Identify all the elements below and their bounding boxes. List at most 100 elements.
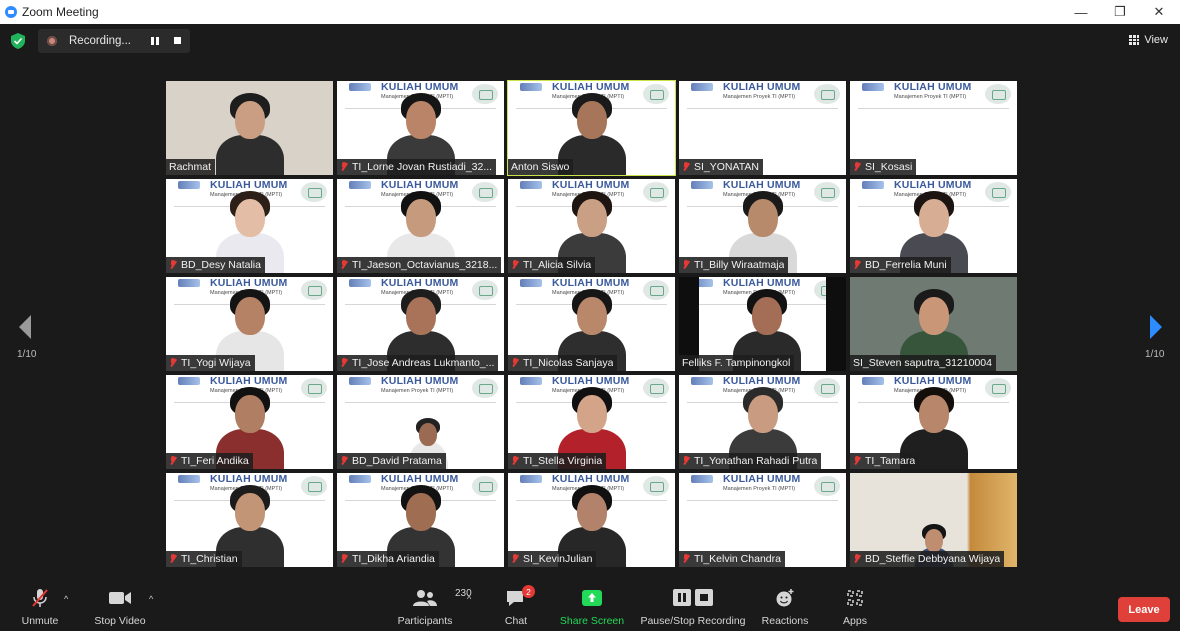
- participant-name-label: TI_Billy Wiraatmaja: [679, 257, 789, 273]
- participant-name: Rachmat: [169, 161, 212, 173]
- leave-button[interactable]: Leave: [1118, 597, 1170, 622]
- participant-tile[interactable]: KULIAH UMUMManajemen Proyek TI (MPTI)TI_…: [166, 473, 333, 567]
- participant-tile[interactable]: Rachmat: [166, 81, 333, 175]
- participant-tile[interactable]: KULIAH UMUMManajemen Proyek TI (MPTI)TI_…: [337, 473, 504, 567]
- participant-name: BD_Ferrelia Muni: [865, 259, 947, 271]
- participant-tile[interactable]: KULIAH UMUMManajemen Proyek TI (MPTI)TI_…: [337, 179, 504, 273]
- muted-mic-icon: [340, 162, 348, 172]
- participant-tile[interactable]: SI_Steven saputra_31210004: [850, 277, 1017, 371]
- participant-tile[interactable]: KULIAH UMUMManajemen Proyek TI (MPTI)TI_…: [508, 277, 675, 371]
- participant-tile[interactable]: KULIAH UMUMManajemen Proyek TI (MPTI)TI_…: [166, 277, 333, 371]
- participant-name-label: Anton Siswo: [508, 159, 574, 175]
- participant-name-label: TI_Stella Virginia: [508, 453, 607, 469]
- participant-tile[interactable]: KULIAH UMUMManajemen Proyek TI (MPTI) SI_…: [679, 81, 846, 175]
- participant-tile[interactable]: KULIAH UMUMManajemen Proyek TI (MPTI)BD_…: [166, 179, 333, 273]
- pause-stop-recording-icon: [673, 589, 713, 606]
- muted-mic-icon: [169, 260, 177, 270]
- window-titlebar: Zoom Meeting — ❐ ✕: [0, 0, 1180, 24]
- participant-name: TI_Nicolas Sanjaya: [523, 357, 614, 369]
- muted-mic-icon: [853, 260, 861, 270]
- chat-button[interactable]: 2 Chat: [500, 585, 535, 631]
- muted-mic-icon: [511, 456, 519, 466]
- pause-recording-icon[interactable]: [151, 37, 160, 45]
- slide-heading: KULIAH UMUM: [723, 473, 801, 485]
- participant-tile[interactable]: KULIAH UMUMManajemen Proyek TI (MPTI)TI_…: [508, 375, 675, 469]
- close-button[interactable]: ✕: [1139, 0, 1179, 24]
- participant-name-label: BD_Desy Natalia: [166, 257, 265, 273]
- participant-name: BD_Steffie Debbyana Wijaya: [865, 553, 1001, 565]
- muted-microphone-icon: [32, 589, 48, 607]
- participant-name-label: BD_Steffie Debbyana Wijaya: [850, 551, 1005, 567]
- participant-tile[interactable]: KULIAH UMUMManajemen Proyek TI (MPTI)SI_…: [850, 81, 1017, 175]
- participant-name-label: SI_Kosasi: [850, 159, 917, 175]
- unmute-button[interactable]: Unmute: [18, 586, 62, 631]
- recording-label: Recording...: [69, 35, 132, 47]
- participant-tile[interactable]: KULIAH UMUMManajemen Proyek TI (MPTI)TI_…: [166, 375, 333, 469]
- participant-name: BD_David Pratama: [352, 455, 442, 467]
- muted-mic-icon: [682, 260, 690, 270]
- participant-tile[interactable]: KULIAH UMUMManajemen Proyek TI (MPTI)TI_…: [679, 473, 846, 567]
- page-indicator-right: 1/10: [1145, 349, 1165, 360]
- stop-video-button[interactable]: Stop Video: [92, 586, 148, 631]
- participants-icon: [413, 590, 437, 606]
- participant-tile[interactable]: KULIAH UMUMManajemen Proyek TI (MPTI)Ant…: [507, 80, 676, 176]
- apps-button[interactable]: Apps: [838, 586, 872, 631]
- zoom-app-icon: [5, 6, 17, 18]
- participant-name-label: Felliks F. Tampinongkol: [679, 355, 795, 371]
- maximize-button[interactable]: ❐: [1100, 0, 1140, 24]
- previous-page-arrow-icon[interactable]: [15, 313, 35, 341]
- participants-options-caret-icon[interactable]: ^: [467, 594, 471, 604]
- slide-subheading: Manajemen Proyek TI (MPTI): [723, 94, 796, 100]
- view-button[interactable]: View: [1129, 34, 1168, 46]
- participant-name: TI_Jose Andreas Lukmanto_...: [352, 357, 495, 369]
- video-gallery-grid: RachmatKULIAH UMUMManajemen Proyek TI (M…: [166, 80, 1017, 572]
- participant-name-label: TI_Feri Andika: [166, 453, 253, 469]
- participant-name-label: SI_KevinJulian: [508, 551, 597, 567]
- view-label: View: [1144, 34, 1168, 46]
- participant-tile[interactable]: KULIAH UMUMManajemen Proyek TI (MPTI)TI_…: [508, 179, 675, 273]
- audio-options-caret-icon[interactable]: ^: [64, 594, 68, 604]
- participant-tile[interactable]: KULIAH UMUMManajemen Proyek TI (MPTI)TI_…: [850, 375, 1017, 469]
- participant-name-label: TI_Tamara: [850, 453, 920, 469]
- muted-mic-icon: [340, 358, 348, 368]
- participants-button[interactable]: 230 Participants: [396, 586, 472, 631]
- muted-mic-icon: [340, 260, 348, 270]
- security-shield-icon[interactable]: [11, 33, 25, 49]
- participant-tile[interactable]: KULIAH UMUMManajemen Proyek TI (MPTI)Fel…: [679, 277, 846, 371]
- letterbox-right: [826, 277, 846, 371]
- minimize-button[interactable]: —: [1061, 0, 1101, 24]
- next-page-arrow-icon[interactable]: [1146, 313, 1166, 341]
- participant-tile[interactable]: KULIAH UMUMManajemen Proyek TI (MPTI)BD_…: [850, 179, 1017, 273]
- participant-tile[interactable]: KULIAH UMUMManajemen Proyek TI (MPTI)TI_…: [337, 81, 504, 175]
- video-options-caret-icon[interactable]: ^: [149, 594, 153, 604]
- participant-name-label: SI_YONATAN: [679, 159, 763, 175]
- pause-stop-recording-button[interactable]: Pause/Stop Recording: [640, 586, 746, 631]
- participant-tile[interactable]: KULIAH UMUMManajemen Proyek TI (MPTI)SI_…: [508, 473, 675, 567]
- participant-name: BD_Desy Natalia: [181, 259, 261, 271]
- participant-name: TI_Lorne Jovan Rustiadi_32...: [352, 161, 493, 173]
- apps-label: Apps: [843, 615, 867, 627]
- participant-tile[interactable]: KULIAH UMUMManajemen Proyek TI (MPTI)TI_…: [337, 277, 504, 371]
- participant-name: TI_Billy Wiraatmaja: [694, 259, 785, 271]
- participant-name: TI_Yonathan Rahadi Putra: [694, 455, 818, 467]
- participant-name-label: TI_Lorne Jovan Rustiadi_32...: [337, 159, 497, 175]
- reactions-smiley-icon: [776, 589, 794, 607]
- reactions-button[interactable]: Reactions: [760, 586, 810, 631]
- participant-name-label: TI_Yonathan Rahadi Putra: [679, 453, 822, 469]
- participant-tile[interactable]: KULIAH UMUMManajemen Proyek TI (MPTI)BD_…: [337, 375, 504, 469]
- participant-tile[interactable]: KULIAH UMUMManajemen Proyek TI (MPTI)TI_…: [679, 375, 846, 469]
- muted-mic-icon: [682, 554, 690, 564]
- participant-name: SI_KevinJulian: [523, 553, 593, 565]
- participant-name: TI_Stella Virginia: [523, 455, 603, 467]
- participant-name-label: Rachmat: [166, 159, 216, 175]
- slide-heading: KULIAH UMUM: [723, 81, 801, 93]
- share-screen-button[interactable]: Share Screen: [560, 586, 624, 631]
- participant-tile[interactable]: BD_Steffie Debbyana Wijaya: [850, 473, 1017, 567]
- window-title: Zoom Meeting: [22, 5, 99, 19]
- participant-tile[interactable]: KULIAH UMUMManajemen Proyek TI (MPTI)TI_…: [679, 179, 846, 273]
- participants-label: Participants: [397, 615, 453, 627]
- participant-name-label: TI_Jaeson_Octavianus_3218...: [337, 257, 502, 273]
- participant-name: TI_Christian: [181, 553, 238, 565]
- stop-recording-icon[interactable]: [174, 37, 181, 44]
- page-indicator-left: 1/10: [17, 349, 37, 360]
